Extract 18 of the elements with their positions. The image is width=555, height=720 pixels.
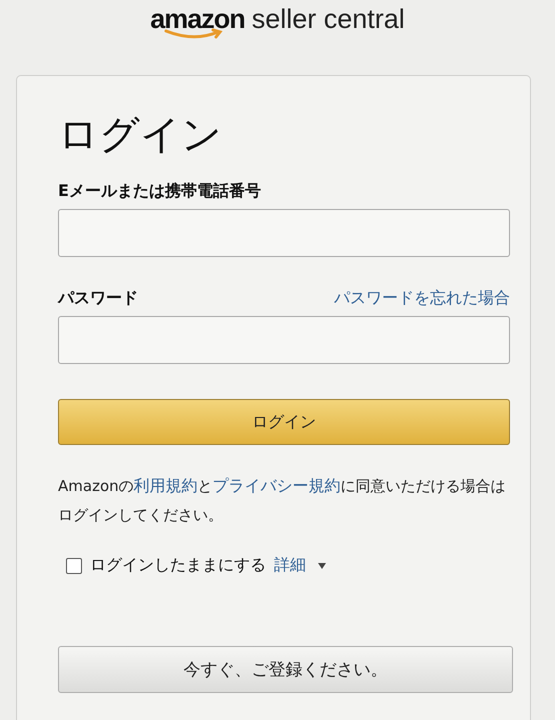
details-link[interactable]: 詳細 xyxy=(274,555,306,576)
caret-icon[interactable] xyxy=(318,562,326,568)
checkbox[interactable] xyxy=(66,558,82,574)
page-title: ログイン xyxy=(58,111,223,160)
register-button[interactable]: 今すぐ、ご登録ください。 xyxy=(58,646,513,693)
terms-text: Amazonの利用規約 と プライバシー規約に同意いただける場合はログインしてください。 xyxy=(58,475,506,526)
email-field[interactable] xyxy=(58,209,510,257)
field-label: パスワード xyxy=(58,287,138,309)
privacy-link[interactable]: プライバシー規約 xyxy=(212,476,341,495)
product-name: seller central xyxy=(252,4,405,34)
field-label: Eメールまたは携帯電話番号 xyxy=(58,180,262,202)
terms-link[interactable]: 利用規約 xyxy=(134,476,198,495)
checkbox-label: ログインしたままにする xyxy=(90,555,266,576)
password-field[interactable] xyxy=(58,316,510,364)
smile-arrow-icon xyxy=(164,28,224,40)
amazon-wordmark: amazon xyxy=(150,4,245,34)
forgot-password-link[interactable]: パスワードを忘れた場合 xyxy=(334,288,510,309)
login-button[interactable]: ログイン xyxy=(58,399,510,445)
